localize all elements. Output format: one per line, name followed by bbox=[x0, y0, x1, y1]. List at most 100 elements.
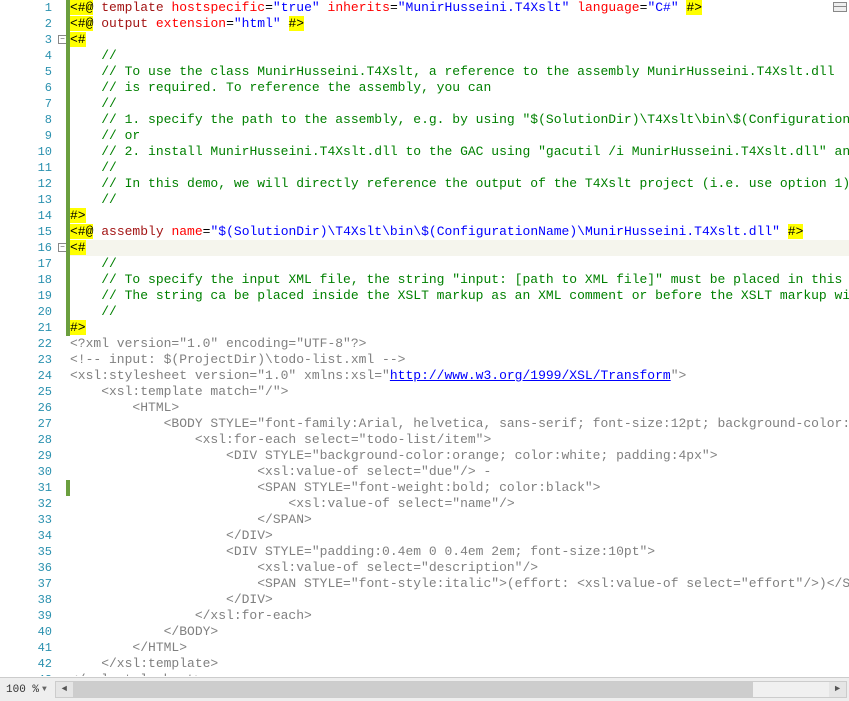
line-number: 10 bbox=[0, 144, 52, 160]
line-number: 27 bbox=[0, 416, 52, 432]
line-number: 25 bbox=[0, 384, 52, 400]
line-number: 1 bbox=[0, 0, 52, 16]
line-number: 15 bbox=[0, 224, 52, 240]
split-view-icon[interactable] bbox=[833, 2, 847, 12]
status-bar: 100 %▼ ◄ ► bbox=[0, 677, 849, 701]
code-line[interactable]: </xsl:for-each> bbox=[70, 608, 849, 624]
change-marker bbox=[66, 144, 70, 160]
change-marker bbox=[66, 240, 70, 256]
zoom-dropdown[interactable]: 100 %▼ bbox=[0, 682, 53, 698]
code-line[interactable]: <xsl:value-of select="due"/> - bbox=[70, 464, 849, 480]
scroll-track[interactable] bbox=[73, 682, 829, 697]
change-marker bbox=[66, 304, 70, 320]
line-number: 23 bbox=[0, 352, 52, 368]
code-line[interactable]: // bbox=[70, 192, 849, 208]
code-line[interactable]: // bbox=[70, 160, 849, 176]
code-line[interactable]: // bbox=[70, 48, 849, 64]
code-area[interactable]: <#@ template hostspecific="true" inherit… bbox=[70, 0, 849, 676]
code-line[interactable]: // To use the class MunirHusseini.T4Xslt… bbox=[70, 64, 849, 80]
code-line[interactable]: // or bbox=[70, 128, 849, 144]
line-number: 4 bbox=[0, 48, 52, 64]
line-number: 30 bbox=[0, 464, 52, 480]
code-line[interactable]: <!-- input: $(ProjectDir)\todo-list.xml … bbox=[70, 352, 849, 368]
scroll-right-button[interactable]: ► bbox=[829, 682, 846, 697]
line-number: 11 bbox=[0, 160, 52, 176]
change-marker bbox=[66, 272, 70, 288]
scroll-left-button[interactable]: ◄ bbox=[56, 682, 73, 697]
line-number: 14 bbox=[0, 208, 52, 224]
code-line[interactable]: <HTML> bbox=[70, 400, 849, 416]
code-line[interactable]: <BODY STYLE="font-family:Arial, helvetic… bbox=[70, 416, 849, 432]
line-number: 13 bbox=[0, 192, 52, 208]
line-number: 42 bbox=[0, 656, 52, 672]
line-number: 26 bbox=[0, 400, 52, 416]
code-line[interactable]: <?xml version="1.0" encoding="UTF-8"?> bbox=[70, 336, 849, 352]
line-number: 5 bbox=[0, 64, 52, 80]
change-marker bbox=[66, 192, 70, 208]
code-line[interactable]: <xsl:stylesheet version="1.0" xmlns:xsl=… bbox=[70, 368, 849, 384]
line-number-gutter: 1234567891011121314151617181920212223242… bbox=[0, 0, 60, 676]
code-line[interactable]: // 2. install MunirHusseini.T4Xslt.dll t… bbox=[70, 144, 849, 160]
code-line[interactable]: </xsl:template> bbox=[70, 656, 849, 672]
code-line[interactable]: <#@ assembly name="$(SolutionDir)\T4Xslt… bbox=[70, 224, 849, 240]
change-marker bbox=[66, 224, 70, 240]
change-marker bbox=[66, 48, 70, 64]
change-marker bbox=[66, 208, 70, 224]
code-line[interactable]: // To specify the input XML file, the st… bbox=[70, 272, 849, 288]
line-number: 21 bbox=[0, 320, 52, 336]
code-line[interactable]: // The string ca be placed inside the XS… bbox=[70, 288, 849, 304]
line-number: 7 bbox=[0, 96, 52, 112]
code-line[interactable]: <SPAN STYLE="font-weight:bold; color:bla… bbox=[70, 480, 849, 496]
code-line[interactable]: <# bbox=[70, 240, 849, 256]
line-number: 41 bbox=[0, 640, 52, 656]
code-editor[interactable]: 1234567891011121314151617181920212223242… bbox=[0, 0, 849, 676]
line-number: 34 bbox=[0, 528, 52, 544]
code-line[interactable]: <#@ template hostspecific="true" inherit… bbox=[70, 0, 849, 16]
code-line[interactable]: // is required. To reference the assembl… bbox=[70, 80, 849, 96]
scroll-thumb[interactable] bbox=[73, 682, 754, 697]
line-number: 22 bbox=[0, 336, 52, 352]
change-marker bbox=[66, 128, 70, 144]
code-line[interactable]: <xsl:for-each select="todo-list/item"> bbox=[70, 432, 849, 448]
marker-margin: −− bbox=[60, 0, 70, 676]
code-line[interactable]: // bbox=[70, 304, 849, 320]
code-line[interactable]: <xsl:template match="/"> bbox=[70, 384, 849, 400]
line-number: 8 bbox=[0, 112, 52, 128]
code-line[interactable]: </DIV> bbox=[70, 528, 849, 544]
code-line[interactable]: </HTML> bbox=[70, 640, 849, 656]
line-number: 18 bbox=[0, 272, 52, 288]
change-marker bbox=[66, 112, 70, 128]
line-number: 29 bbox=[0, 448, 52, 464]
code-line[interactable]: <DIV STYLE="background-color:orange; col… bbox=[70, 448, 849, 464]
line-number: 20 bbox=[0, 304, 52, 320]
line-number: 43 bbox=[0, 672, 52, 676]
code-line[interactable]: #> bbox=[70, 320, 849, 336]
line-number: 2 bbox=[0, 16, 52, 32]
line-number: 31 bbox=[0, 480, 52, 496]
change-marker bbox=[66, 80, 70, 96]
code-line[interactable]: // 1. specify the path to the assembly, … bbox=[70, 112, 849, 128]
line-number: 19 bbox=[0, 288, 52, 304]
code-line[interactable]: <SPAN STYLE="font-style:italic">(effort:… bbox=[70, 576, 849, 592]
code-line[interactable]: </DIV> bbox=[70, 592, 849, 608]
code-line[interactable]: </BODY> bbox=[70, 624, 849, 640]
code-line[interactable]: <xsl:value-of select="name"/> bbox=[70, 496, 849, 512]
code-line[interactable]: #> bbox=[70, 208, 849, 224]
code-line[interactable]: <DIV STYLE="padding:0.4em 0 0.4em 2em; f… bbox=[70, 544, 849, 560]
code-line[interactable]: // bbox=[70, 256, 849, 272]
line-number: 32 bbox=[0, 496, 52, 512]
code-line[interactable]: <#@ output extension="html" #> bbox=[70, 16, 849, 32]
code-line[interactable]: <xsl:value-of select="description"/> bbox=[70, 560, 849, 576]
change-marker bbox=[66, 0, 70, 16]
code-line[interactable]: // In this demo, we will directly refere… bbox=[70, 176, 849, 192]
line-number: 17 bbox=[0, 256, 52, 272]
code-line[interactable]: </xsl:stylesheet> bbox=[70, 672, 849, 676]
code-line[interactable]: <# bbox=[70, 32, 849, 48]
code-line[interactable]: </SPAN> bbox=[70, 512, 849, 528]
change-marker bbox=[66, 64, 70, 80]
horizontal-scrollbar[interactable]: ◄ ► bbox=[55, 681, 847, 698]
line-number: 35 bbox=[0, 544, 52, 560]
line-number: 12 bbox=[0, 176, 52, 192]
change-marker bbox=[66, 160, 70, 176]
code-line[interactable]: // bbox=[70, 96, 849, 112]
